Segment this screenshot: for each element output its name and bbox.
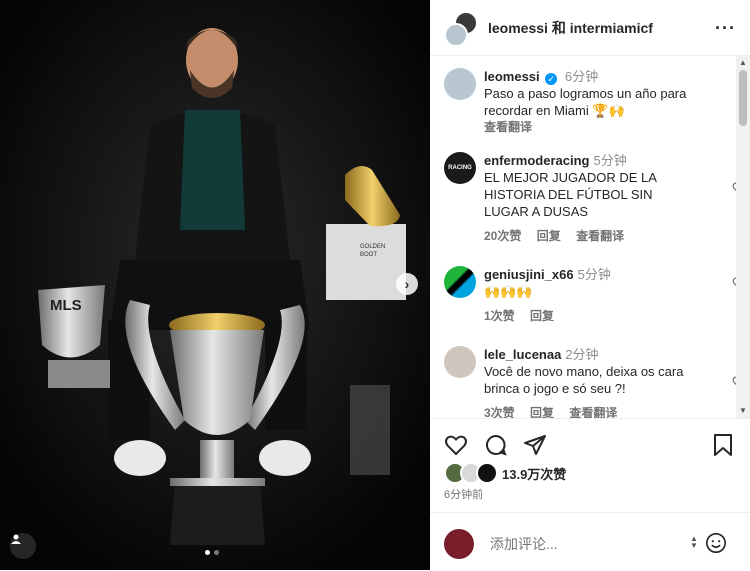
input-stepper-icon[interactable]: ▲ ▼ (690, 535, 698, 550)
see-translation-link[interactable]: 查看翻译 (576, 229, 624, 243)
avatar-label: RACING (448, 165, 472, 171)
comment-likes[interactable]: 3次赞 (484, 406, 515, 418)
svg-text:MLS: MLS (50, 297, 82, 314)
share-paper-plane-icon[interactable] (523, 433, 547, 457)
scrollbar-thumb[interactable] (739, 70, 747, 126)
see-translation-link[interactable]: 查看翻译 (484, 119, 734, 136)
next-photo-button[interactable]: › (396, 273, 418, 295)
reply-button[interactable]: 回复 (530, 309, 554, 323)
scroll-up-arrow-icon[interactable]: ▲ (739, 58, 747, 67)
comments-list: leomessi ✓ 6分钟 Paso a paso logramos un a… (430, 56, 736, 418)
comments-scrollbar[interactable]: ▲ ▼ (736, 56, 750, 418)
carousel-dot (214, 550, 219, 555)
comment-likes[interactable]: 20次赞 (484, 229, 521, 243)
avatar[interactable] (444, 346, 476, 378)
caption-time: 6分钟 (564, 69, 599, 84)
likes-summary[interactable]: 13.9万次赞 (444, 462, 566, 484)
avatar[interactable] (444, 266, 476, 298)
caption-text: Paso a paso logramos un año para recorda… (484, 86, 687, 118)
post-timestamp: 6分钟前 (444, 489, 484, 501)
reply-button[interactable]: 回复 (530, 406, 554, 418)
scroll-down-arrow-icon[interactable]: ▼ (739, 406, 747, 415)
see-translation-link[interactable]: 查看翻译 (569, 406, 617, 418)
comment-time: 2分钟 (565, 347, 599, 362)
collab-avatars[interactable] (444, 10, 478, 47)
comment-time: 5分钟 (593, 153, 627, 168)
avatar (444, 22, 468, 47)
post-photo[interactable]: MLS GOLDEN BOOT › (0, 0, 430, 570)
photo-illustration: MLS GOLDEN BOOT (0, 0, 430, 570)
carousel-dot-active (205, 550, 210, 555)
comment-username[interactable]: geniusjini_x66 (484, 267, 574, 282)
post-side-panel: leomessi 和 intermiamicf ··· leomessi ✓ 6… (430, 0, 750, 570)
likes-count[interactable]: 13.9万次赞 (502, 464, 566, 483)
comment-text: 🙌🙌🙌 (484, 284, 533, 299)
post-header: leomessi 和 intermiamicf ··· (430, 0, 750, 56)
reply-button[interactable]: 回复 (537, 229, 561, 243)
post-author-names[interactable]: leomessi 和 intermiamicf (488, 18, 653, 38)
comment-bubble-icon[interactable] (484, 433, 508, 457)
emoji-icon[interactable] (705, 532, 727, 554)
current-user-avatar (444, 529, 474, 559)
comment-likes[interactable]: 1次赞 (484, 309, 515, 323)
tagged-users-button[interactable] (10, 533, 36, 559)
verified-badge-icon: ✓ (545, 73, 558, 85)
avatar (476, 462, 498, 484)
comment-username[interactable]: lele_lucenaa (484, 347, 561, 362)
svg-text:BOOT: BOOT (360, 252, 377, 258)
comment-time: 5分钟 (577, 267, 611, 282)
more-options-icon[interactable]: ··· (715, 18, 736, 39)
like-heart-icon[interactable] (444, 433, 468, 457)
add-comment-bar: ▲▼ (430, 512, 750, 571)
carousel-indicator (205, 550, 219, 555)
avatar[interactable] (444, 68, 476, 100)
caption-username[interactable]: leomessi (484, 69, 540, 84)
comment-text: Você de novo mano, deixa os cara brinca … (484, 364, 684, 396)
avatar[interactable]: RACING (444, 152, 476, 184)
person-icon (11, 534, 21, 544)
comment-username[interactable]: enfermoderacing (484, 153, 589, 168)
save-bookmark-icon[interactable] (712, 433, 734, 457)
comment-input[interactable] (488, 535, 682, 553)
svg-text:GOLDEN: GOLDEN (360, 244, 385, 250)
comment-text: EL MEJOR JUGADOR DE LA HISTORIA DEL FÚTB… (484, 170, 657, 219)
